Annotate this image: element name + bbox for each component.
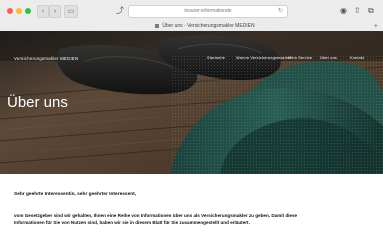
hero-banner: Versicherungsmakler MEDIEN Startseite Wa… — [0, 31, 383, 174]
back-button[interactable]: ‹ — [37, 5, 49, 18]
download-icon[interactable]: ◉ — [340, 5, 347, 16]
nav-link-kontakt[interactable]: Kontakt — [350, 56, 364, 60]
intro-paragraph: vom Gesetzgeber sind wir gehalten, Ihnen… — [14, 213, 298, 225]
forward-button[interactable]: › — [49, 5, 61, 18]
share-icon[interactable]: ⤴ — [116, 5, 124, 16]
browser-chrome: ‹ › ▭ ⤴ insurer-informationde ↻ ◉ ⇧ ⧉ Üb… — [0, 0, 383, 32]
nav-link-warum-makler[interactable]: Warum Versicherungsmakler? — [236, 56, 292, 60]
minimize-window-button[interactable] — [16, 8, 22, 14]
reload-icon[interactable]: ↻ — [278, 6, 283, 17]
nav-link-ueber-uns[interactable]: Über uns — [320, 56, 337, 60]
sidebar-icon: ▭ — [67, 8, 75, 15]
url-text: insurer-informationde — [184, 8, 232, 14]
address-bar[interactable]: insurer-informationde ↻ — [128, 5, 288, 18]
share-page-icon[interactable]: ⇧ — [354, 5, 361, 16]
favicon-icon — [155, 23, 160, 28]
site-logo[interactable]: Versicherungsmakler MEDIEN — [14, 56, 78, 61]
nav-link-mein-service[interactable]: Mein Service — [288, 56, 312, 60]
tab-title: Über uns - Versicherungsmakler MEDIEN — [162, 23, 255, 29]
tabs-overview-icon[interactable]: ⧉ — [368, 5, 374, 16]
page-title: Über uns — [7, 94, 68, 111]
sidebar-toggle-button[interactable]: ▭ — [64, 5, 78, 18]
tab-bar: Über uns - Versicherungsmakler MEDIEN + — [0, 22, 383, 31]
greeting-text: Sehr geehrte Interessentin, sehr geehrte… — [14, 192, 137, 197]
zoom-window-button[interactable] — [25, 8, 31, 14]
nav-link-startseite[interactable]: Startseite — [207, 56, 225, 60]
tab-active[interactable]: Über uns - Versicherungsmakler MEDIEN — [130, 23, 280, 30]
browser-toolbar: ‹ › ▭ ⤴ insurer-informationde ↻ ◉ ⇧ ⧉ — [0, 0, 383, 21]
close-window-button[interactable] — [7, 8, 13, 14]
new-tab-icon[interactable]: + — [374, 22, 378, 31]
